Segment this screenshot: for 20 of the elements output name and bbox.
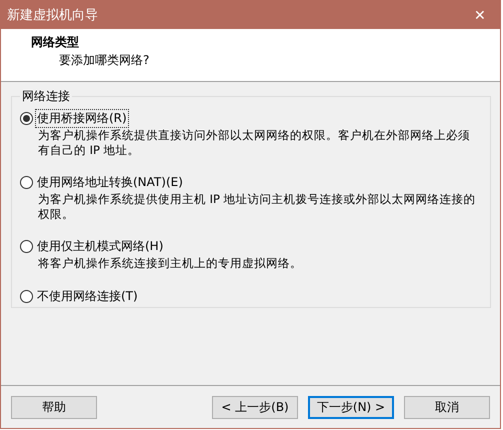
page-title: 网络类型 [31,34,80,51]
page-subtitle: 要添加哪类网络? [58,52,150,69]
group-title: 网络连接 [21,88,71,105]
radio-button[interactable] [20,240,33,253]
radio-button[interactable] [20,290,33,303]
window-title: 新建虚拟机向导 [7,6,98,24]
option-label[interactable]: 不使用网络连接(T) [35,287,140,306]
option-description: 将客户机操作系统连接到主机上的专用虚拟网络。 [37,256,303,271]
wizard-button[interactable]: 下一步(N) > [308,396,394,418]
wizard-button[interactable]: < 上一步(B) [212,396,298,418]
radio-button[interactable] [20,112,33,125]
wizard-button[interactable]: 取消 [404,396,490,418]
help-button[interactable]: 帮助 [11,396,97,418]
option-description: 为客户机操作系统提供直接访问外部以太网网络的权限。客户机在外部网络上必须有自己的 IP 地址。 [37,128,471,158]
option-label[interactable]: 使用桥接网络(R) [35,109,129,128]
radio-button[interactable] [20,176,33,189]
option-label[interactable]: 使用仅主机模式网络(H) [35,237,166,256]
option-description: 为客户机操作系统提供使用主机 IP 地址访问主机拨号连接或外部以太网网络连接的权限。 [37,192,477,222]
close-button[interactable]: ✕ [460,0,500,29]
option-label[interactable]: 使用网络地址转换(NAT)(E) [35,173,185,192]
